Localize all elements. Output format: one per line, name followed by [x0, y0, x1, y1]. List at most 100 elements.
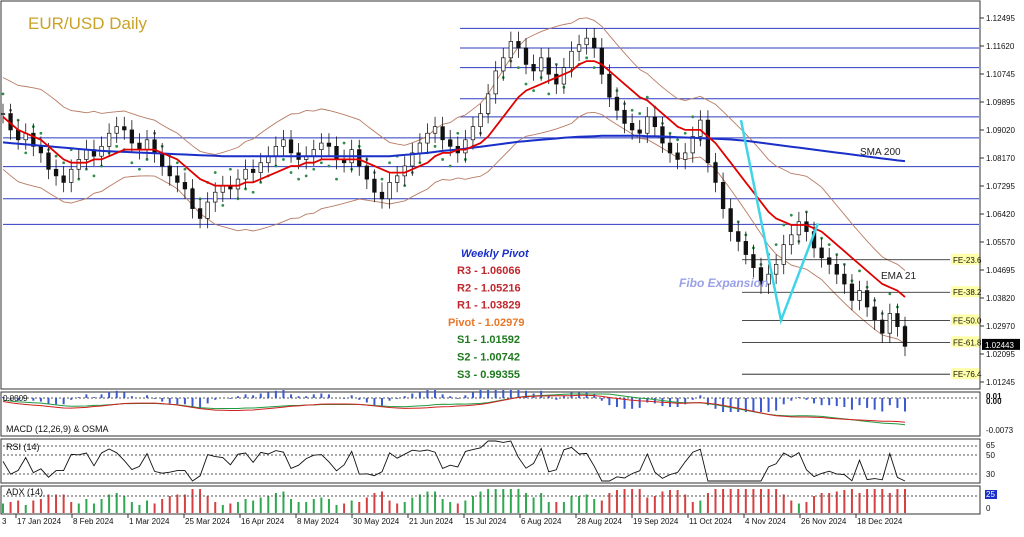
- adx-axis-label: 0: [986, 504, 991, 513]
- rsi-label: RSI (14): [6, 442, 40, 452]
- x-tick-label: 19 Sep 2024: [633, 517, 679, 526]
- sar-dot: [221, 203, 225, 207]
- price-candle-body: [38, 145, 44, 154]
- sar-dot: [282, 158, 285, 161]
- price-candle-body: [713, 162, 718, 183]
- price-candle-body: [523, 47, 529, 65]
- price-candle-body: [546, 57, 551, 75]
- sar-dot: [327, 164, 331, 168]
- sar-dot: [676, 138, 680, 142]
- price-candle-body: [243, 168, 248, 180]
- x-tick-label: 1 Mar 2024: [129, 517, 170, 526]
- x-tick-label: 30 May 2024: [353, 517, 400, 526]
- sma200-label: SMA 200: [860, 147, 901, 158]
- price-candle-body: [902, 326, 908, 347]
- price-candle-body: [190, 188, 195, 209]
- x-tick-label: 25 Mar 2024: [185, 517, 230, 526]
- x-tick-label: 21 Jun 2024: [409, 517, 454, 526]
- price-candle-body: [804, 221, 809, 232]
- sar-dot: [782, 223, 786, 227]
- macd-left-label: 0.0009: [3, 394, 28, 403]
- sar-dot: [774, 243, 778, 247]
- sar-dot: [441, 158, 445, 161]
- price-candle-body: [478, 113, 483, 128]
- sar-dot: [448, 164, 452, 168]
- adx-label: ADX (14): [6, 487, 43, 497]
- x-tick-label: 8 Feb 2024: [73, 517, 114, 526]
- price-candle-body: [440, 126, 445, 141]
- price-candle-body: [288, 139, 294, 154]
- price-candle-body: [319, 142, 324, 150]
- price-candle-body: [213, 191, 218, 203]
- sar-dot: [319, 161, 323, 165]
- price-candle-body: [728, 208, 733, 232]
- price-candle-body: [387, 182, 392, 200]
- price-candle-body: [76, 159, 81, 170]
- price-candle-body: [46, 152, 51, 170]
- last-price-label: 1.02443: [985, 341, 1014, 350]
- price-candle-body: [372, 178, 377, 193]
- price-candle-body: [144, 139, 150, 150]
- price-candle-body: [379, 191, 385, 200]
- price-tick-label: 1.11620: [986, 42, 1015, 51]
- rsi-axis-label: 65: [986, 441, 995, 450]
- sar-dot: [592, 66, 596, 70]
- price-candle-body: [432, 126, 438, 134]
- sar-dot: [789, 213, 793, 217]
- x-tick-label: 6 Aug 2024: [521, 517, 562, 526]
- price-candle-body: [554, 73, 559, 85]
- price-candle-body: [773, 263, 779, 275]
- macd-axis-label: 0.00: [986, 397, 1002, 406]
- pivot-row: S2 - 1.00742: [457, 352, 520, 364]
- x-tick-label: 15 Jul 2024: [465, 517, 507, 526]
- price-candle-body: [539, 57, 544, 72]
- price-candle-body: [683, 152, 688, 160]
- price-candle-body: [592, 37, 597, 49]
- fibo-level-label: FE-61.8: [953, 338, 982, 347]
- price-candle-body: [311, 149, 316, 157]
- x-tick-label: 26 Nov 2024: [801, 517, 847, 526]
- price-candle-body: [736, 231, 741, 242]
- price-candle-body: [872, 306, 877, 321]
- price-candle-body: [880, 319, 885, 334]
- fibo-level-label: FE-38.2: [953, 288, 982, 297]
- price-candle-body: [106, 132, 112, 147]
- price-candle-body: [622, 109, 627, 124]
- sar-dot: [388, 161, 391, 165]
- fibo-level-label: FE-50.0: [953, 316, 982, 325]
- sar-dot: [138, 167, 141, 171]
- price-candle-body: [561, 67, 567, 85]
- fibo-expansion-label: Fibo Expansion: [679, 276, 768, 290]
- price-candle-body: [842, 273, 847, 285]
- price-candle-body: [470, 126, 476, 141]
- price-candle-body: [895, 313, 900, 327]
- price-tick-label: 1.05570: [986, 238, 1015, 247]
- price-candle-body: [705, 119, 711, 164]
- sar-dot: [130, 161, 134, 165]
- price-candle-body: [137, 142, 142, 150]
- sar-dot: [304, 174, 308, 178]
- adx-axis-label: 25: [986, 490, 995, 499]
- price-candle-body: [493, 70, 498, 95]
- sar-dot: [1, 92, 5, 96]
- sar-dot: [691, 115, 695, 119]
- price-candle-body: [675, 152, 680, 160]
- price-candle-body: [645, 116, 650, 134]
- price-candle-body: [508, 41, 513, 59]
- price-candle-body: [197, 208, 203, 219]
- price-candle-body: [61, 175, 66, 183]
- price-tick-label: 1.02970: [986, 322, 1015, 331]
- rsi-axis-label: 50: [986, 451, 995, 460]
- price-candle-body: [789, 234, 794, 246]
- price-candle-body: [667, 142, 673, 154]
- sar-dot: [251, 190, 255, 194]
- sar-dot: [335, 177, 338, 181]
- price-tick-label: 1.08170: [986, 154, 1015, 163]
- pivot-row: S1 - 1.01592: [457, 334, 520, 346]
- sar-dot: [289, 171, 293, 174]
- price-tick-label: 1.07295: [986, 182, 1015, 191]
- sar-dot: [645, 95, 649, 99]
- price-candle-body: [857, 290, 862, 301]
- x-tick-label: 16 Apr 2024: [241, 517, 285, 526]
- price-candle-body: [0, 113, 6, 115]
